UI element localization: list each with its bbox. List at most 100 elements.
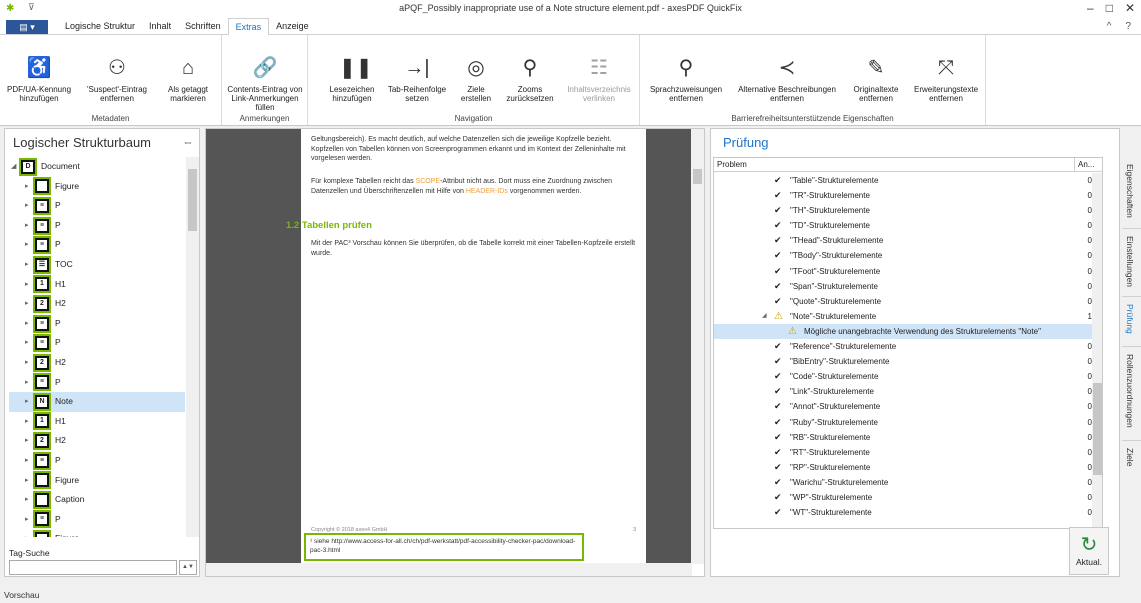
- collapse-arrow-icon[interactable]: ◢: [11, 157, 16, 177]
- remove-alt-button[interactable]: ≺ Alternative Beschreibungen entfernen: [734, 55, 840, 103]
- side-tab-eigenschaften[interactable]: Eigenschaften: [1125, 164, 1135, 218]
- suspect-remove-button[interactable]: ⚇ 'Suspect'-Eintrag entfernen: [84, 55, 150, 103]
- expand-arrow-icon[interactable]: ▸: [25, 529, 29, 537]
- table-row[interactable]: ✔ "Quote"-Strukturelemente 0: [714, 294, 1092, 309]
- tree-node[interactable]: ▸ Figure: [9, 177, 185, 197]
- pdfua-id-button[interactable]: ♿ PDF/UA-Kennung hinzufügen: [4, 55, 74, 103]
- pin-icon[interactable]: ꟷ: [184, 138, 191, 149]
- expand-arrow-icon[interactable]: ▸: [25, 333, 29, 353]
- tree-node[interactable]: ▸ 2 H2: [9, 294, 185, 314]
- table-row[interactable]: ✔ "Table"-Strukturelemente 0: [714, 173, 1092, 188]
- expand-arrow-icon[interactable]: ▸: [25, 196, 29, 216]
- tree-node[interactable]: ▸ N Note: [9, 392, 185, 412]
- table-row[interactable]: ✔ "WT"-Strukturelemente 0: [714, 505, 1092, 520]
- tab-extras[interactable]: Extras: [227, 18, 270, 36]
- table-row[interactable]: ✔ "Ruby"-Strukturelemente 0: [714, 415, 1092, 430]
- tree-node[interactable]: ▸ ≡ P: [9, 216, 185, 236]
- table-row[interactable]: ✔ "TR"-Strukturelemente 0: [714, 188, 1092, 203]
- tree-node[interactable]: ▸ 1 H1: [9, 275, 185, 295]
- table-row[interactable]: ✔ "RP"-Strukturelemente 0: [714, 460, 1092, 475]
- tree-node[interactable]: ▸ ≡ P: [9, 314, 185, 334]
- link-toc-button[interactable]: ☷ Inhaltsverzeichnis verlinken: [564, 55, 634, 103]
- table-row[interactable]: ✔ "WP"-Strukturelemente 0: [714, 490, 1092, 505]
- table-row[interactable]: ✔ "Link"-Strukturelemente 0: [714, 384, 1092, 399]
- create-destinations-button[interactable]: ◎ Ziele erstellen: [456, 55, 496, 103]
- expand-arrow-icon[interactable]: ▸: [25, 216, 29, 236]
- tree-node[interactable]: ▸ ≡ P: [9, 333, 185, 353]
- tree-node[interactable]: ▸ Caption: [9, 490, 185, 510]
- expand-arrow-icon[interactable]: ▸: [25, 275, 29, 295]
- tree-node[interactable]: ▸ 2 H2: [9, 431, 185, 451]
- tree-node[interactable]: ▸ ≡ P: [9, 451, 185, 471]
- tag-search-input[interactable]: [9, 560, 177, 575]
- maximize-button[interactable]: □: [1106, 1, 1113, 15]
- expand-arrow-icon[interactable]: ▸: [25, 255, 29, 275]
- tree-scrollbar[interactable]: [186, 157, 199, 537]
- add-bookmarks-button[interactable]: ❚❚ Lesezeichen hinzufügen: [326, 55, 378, 103]
- side-tab-ziele[interactable]: Ziele: [1125, 448, 1135, 466]
- remove-actualtext-button[interactable]: ✎ Originaltexte entfernen: [848, 55, 904, 103]
- tree-node[interactable]: ▸ ≡ P: [9, 510, 185, 530]
- table-row[interactable]: ✔ "Span"-Strukturelemente 0: [714, 279, 1092, 294]
- table-row[interactable]: ✔ "TH"-Strukturelemente 0: [714, 203, 1092, 218]
- expand-arrow-icon[interactable]: ▸: [25, 451, 29, 471]
- help-icon[interactable]: ?: [1125, 21, 1131, 32]
- collapse-arrow-icon[interactable]: ◢: [762, 309, 767, 324]
- tree-node[interactable]: ▸ ≡ P: [9, 235, 185, 255]
- tree-node[interactable]: ▸ Figure: [9, 529, 185, 537]
- tree-node[interactable]: ▸ 1 H1: [9, 412, 185, 432]
- expand-arrow-icon[interactable]: ▸: [25, 235, 29, 255]
- table-row[interactable]: ⚠ Mögliche unangebrachte Verwendung des S…: [714, 323, 1092, 340]
- expand-arrow-icon[interactable]: ▸: [25, 177, 29, 197]
- check-scrollbar[interactable]: [1092, 173, 1102, 528]
- link-contents-button[interactable]: 🔗 Contents-Eintrag von Link-Anmerkungen …: [226, 55, 304, 112]
- expand-arrow-icon[interactable]: ▸: [25, 490, 29, 510]
- expand-arrow-icon[interactable]: ▸: [25, 471, 29, 491]
- document-scrollbar[interactable]: [691, 129, 704, 564]
- table-row[interactable]: ✔ "Code"-Strukturelemente 0: [714, 369, 1092, 384]
- tree-node[interactable]: ▸ Figure: [9, 471, 185, 491]
- table-row[interactable]: ◢ ⚠ "Note"-Strukturelemente 1: [714, 309, 1092, 324]
- col-problem[interactable]: Problem: [717, 158, 747, 171]
- remove-languages-button[interactable]: ⚲ Sprachzuweisungen entfernen: [646, 55, 726, 103]
- close-button[interactable]: ✕: [1125, 1, 1135, 15]
- expand-arrow-icon[interactable]: ▸: [25, 314, 29, 334]
- expand-arrow-icon[interactable]: ▸: [25, 431, 29, 451]
- mark-tagged-button[interactable]: ⌂ Als getaggt markieren: [158, 55, 218, 103]
- table-row[interactable]: ✔ "Reference"-Strukturelemente 0: [714, 339, 1092, 354]
- expand-arrow-icon[interactable]: ▸: [25, 353, 29, 373]
- expand-arrow-icon[interactable]: ▸: [25, 373, 29, 393]
- expand-arrow-icon[interactable]: ▸: [25, 392, 29, 412]
- reset-zooms-button[interactable]: ⚲ Zooms zurücksetzen: [502, 55, 558, 103]
- expand-arrow-icon[interactable]: ▸: [25, 412, 29, 432]
- remove-expansion-button[interactable]: ⤧ Erweiterungstexte entfernen: [910, 55, 982, 103]
- table-row[interactable]: ✔ "TFoot"-Strukturelemente 0: [714, 264, 1092, 279]
- expand-arrow-icon[interactable]: ▸: [25, 510, 29, 530]
- table-row[interactable]: ✔ "Annot"-Strukturelemente 0: [714, 399, 1092, 414]
- table-row[interactable]: ✔ "RB"-Strukturelemente 0: [714, 430, 1092, 445]
- table-row[interactable]: ✔ "BibEntry"-Strukturelemente 0: [714, 354, 1092, 369]
- tab-order-button[interactable]: →| Tab-Reihenfolge setzen: [386, 55, 448, 103]
- tree-node[interactable]: ▸ ☰ TOC: [9, 255, 185, 275]
- scroll-thumb[interactable]: [693, 169, 702, 184]
- col-count[interactable]: An...: [1074, 158, 1102, 171]
- table-row[interactable]: ✔ "Warichu"-Strukturelemente 0: [714, 475, 1092, 490]
- side-tab-rollenzuordnungen[interactable]: Rollenzuordnungen: [1125, 354, 1135, 428]
- file-menu-button[interactable]: ▤ ▾: [6, 20, 48, 34]
- tag-search-spinner[interactable]: ▲▼: [179, 560, 197, 575]
- side-tab-einstellungen[interactable]: Einstellungen: [1125, 236, 1135, 287]
- refresh-button[interactable]: ↻ Aktual.: [1069, 527, 1109, 575]
- tree-node[interactable]: ▸ 2 H2: [9, 353, 185, 373]
- tab-anzeige[interactable]: Anzeige: [269, 18, 316, 35]
- tab-inhalt[interactable]: Inhalt: [142, 18, 178, 35]
- tab-logische-struktur[interactable]: Logische Struktur: [58, 18, 142, 35]
- table-row[interactable]: ✔ "THead"-Strukturelemente 0: [714, 233, 1092, 248]
- table-row[interactable]: ✔ "TD"-Strukturelemente 0: [714, 218, 1092, 233]
- collapse-ribbon-icon[interactable]: ^: [1107, 21, 1112, 32]
- tree-node[interactable]: ◢ D Document: [9, 157, 185, 177]
- scroll-thumb[interactable]: [1093, 383, 1102, 475]
- expand-arrow-icon[interactable]: ▸: [25, 294, 29, 314]
- tree-node[interactable]: ▸ ≡ P: [9, 196, 185, 216]
- tree-node[interactable]: ▸ ≡ P: [9, 373, 185, 393]
- table-row[interactable]: ✔ "RT"-Strukturelemente 0: [714, 445, 1092, 460]
